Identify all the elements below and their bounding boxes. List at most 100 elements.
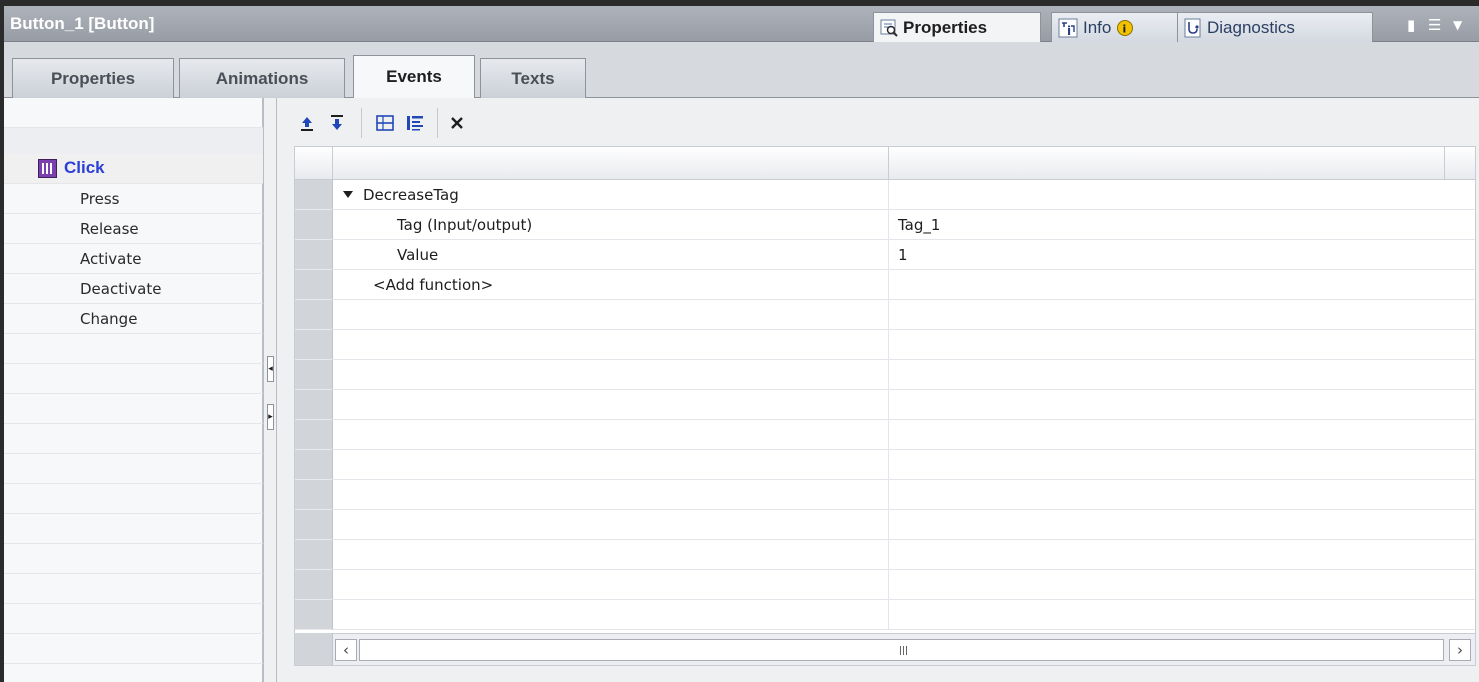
column-divider xyxy=(888,420,889,450)
inspector-tab-properties[interactable]: Properties xyxy=(873,12,1041,42)
inspector-tab-diagnostics-label: Diagnostics xyxy=(1207,17,1295,37)
event-empty-row xyxy=(4,544,263,574)
empty-row xyxy=(295,390,1475,420)
empty-row xyxy=(295,420,1475,450)
dropdown-arrow-icon[interactable]: ▼ xyxy=(1453,18,1462,32)
column-divider xyxy=(888,240,889,270)
restore-window-icon[interactable]: ▮ xyxy=(1407,16,1415,34)
event-empty-row xyxy=(4,634,263,664)
param-value[interactable]: Tag_1 xyxy=(898,216,940,234)
event-item-press[interactable]: Press xyxy=(4,184,263,214)
event-item-activate[interactable]: Activate xyxy=(4,244,263,274)
event-item-label: Change xyxy=(80,310,138,328)
delete-icon xyxy=(451,117,463,129)
function-grid: DecreaseTag Tag (Input/output) Tag_1 Val… xyxy=(294,146,1476,666)
horizontal-scrollbar[interactable]: ‹ › xyxy=(333,633,1475,665)
column-divider xyxy=(888,300,889,330)
event-empty-row xyxy=(4,334,263,364)
expand-all-button[interactable] xyxy=(371,110,399,136)
event-item-label: Release xyxy=(80,220,139,238)
scrollbar-thumb[interactable] xyxy=(359,639,1444,661)
row-header xyxy=(295,480,333,510)
scroll-left-icon[interactable]: ‹ xyxy=(335,639,357,661)
function-name: DecreaseTag xyxy=(363,186,459,204)
event-item-label: Deactivate xyxy=(80,280,162,298)
tab-texts[interactable]: Texts xyxy=(480,58,586,98)
move-up-button[interactable] xyxy=(293,110,321,136)
grid-header-function[interactable] xyxy=(333,147,889,180)
param-name: Value xyxy=(397,246,439,264)
collapse-left-icon[interactable]: ◂ xyxy=(267,356,274,382)
column-divider xyxy=(888,390,889,420)
event-item-label: Activate xyxy=(80,250,142,268)
event-empty-row xyxy=(4,364,263,394)
collapse-all-icon xyxy=(407,116,423,131)
event-item-label: Press xyxy=(80,190,120,208)
column-divider xyxy=(888,210,889,240)
param-row-tag[interactable]: Tag (Input/output) Tag_1 xyxy=(295,210,1475,240)
row-header xyxy=(295,420,333,450)
add-function-row[interactable]: <Add function> xyxy=(295,270,1475,300)
row-header xyxy=(295,330,333,360)
function-toolbar xyxy=(277,98,1479,146)
event-click-icon xyxy=(38,159,57,178)
column-divider xyxy=(888,330,889,360)
row-header xyxy=(295,390,333,420)
row-header xyxy=(295,210,333,240)
inspector-tab-properties-label: Properties xyxy=(903,17,988,37)
param-row-value[interactable]: Value 1 xyxy=(295,240,1475,270)
delete-button[interactable] xyxy=(443,110,471,136)
column-divider xyxy=(888,450,889,480)
event-empty-row xyxy=(4,574,263,604)
move-down-button[interactable] xyxy=(323,110,351,136)
scrollbar-grip-icon xyxy=(900,646,908,655)
expand-right-icon[interactable]: ▸ xyxy=(267,404,274,430)
row-header xyxy=(295,300,333,330)
column-divider xyxy=(888,480,889,510)
param-value[interactable]: 1 xyxy=(898,246,908,264)
event-function-panel: DecreaseTag Tag (Input/output) Tag_1 Val… xyxy=(277,98,1479,682)
scroll-right-icon[interactable]: › xyxy=(1449,639,1471,661)
event-empty-row xyxy=(4,604,263,634)
param-name: Tag (Input/output) xyxy=(397,216,533,234)
event-item-deactivate[interactable]: Deactivate xyxy=(4,274,263,304)
event-item-change[interactable]: Change xyxy=(4,304,263,334)
menu-lines-icon[interactable]: ☰ xyxy=(1428,16,1441,34)
panel-splitter[interactable]: ◂ ▸ xyxy=(263,98,277,682)
expand-arrow-icon[interactable] xyxy=(343,191,353,198)
tab-events[interactable]: Events xyxy=(353,55,475,99)
tab-properties[interactable]: Properties xyxy=(12,58,174,98)
inspector-tab-info[interactable]: i Info i xyxy=(1051,12,1181,42)
svg-text:i: i xyxy=(1067,24,1071,38)
empty-row xyxy=(295,330,1475,360)
event-item-click[interactable]: Click xyxy=(4,154,263,184)
row-header xyxy=(295,570,333,600)
grid-header-corner xyxy=(295,147,333,180)
title-bar: Button_1 [Button] Properties i Info i Di… xyxy=(4,6,1479,42)
add-function-link[interactable]: <Add function> xyxy=(373,276,493,294)
inspector-tab-info-label: Info xyxy=(1083,17,1112,37)
event-empty-row xyxy=(4,424,263,454)
grid-header xyxy=(295,147,1475,180)
row-header xyxy=(295,180,333,210)
column-divider xyxy=(888,180,889,210)
column-divider xyxy=(888,600,889,630)
collapse-all-button[interactable] xyxy=(401,110,429,136)
function-row-decreasetag[interactable]: DecreaseTag xyxy=(295,180,1475,210)
inspector-tab-diagnostics[interactable]: Diagnostics xyxy=(1177,12,1373,42)
event-empty-row xyxy=(4,454,263,484)
window-title: Button_1 [Button] xyxy=(10,14,155,33)
event-item-release[interactable]: Release xyxy=(4,214,263,244)
tab-animations[interactable]: Animations xyxy=(179,58,345,98)
column-divider xyxy=(888,270,889,300)
toolbar-separator xyxy=(361,108,362,138)
empty-row xyxy=(295,360,1475,390)
grid-header-value[interactable] xyxy=(889,147,1445,180)
row-header xyxy=(295,510,333,540)
empty-row xyxy=(295,570,1475,600)
properties-icon xyxy=(880,19,898,37)
toolbar-separator xyxy=(437,108,438,138)
move-down-icon xyxy=(331,115,343,130)
svg-text:i: i xyxy=(1123,22,1127,35)
event-item-label: Click xyxy=(64,158,105,177)
